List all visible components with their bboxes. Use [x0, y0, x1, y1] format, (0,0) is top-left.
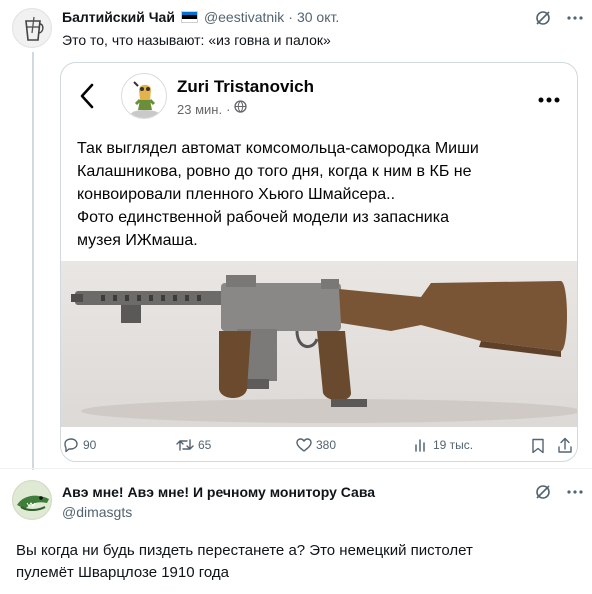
post-author-avatar[interactable]	[121, 73, 167, 119]
more-icon[interactable]	[565, 8, 585, 28]
tweet-text: Это то, что называют: «из говна и палок»	[62, 32, 331, 48]
tweet-actions	[533, 8, 585, 28]
post-stats: 90 65 380 19 тыс.	[61, 437, 577, 459]
bookmark-icon[interactable]	[531, 438, 545, 459]
dot-separator: ·	[288, 9, 293, 25]
post-text: Так выглядел автомат комсомольца-самород…	[77, 137, 567, 252]
post-text-line: музея ИЖмаша.	[77, 232, 198, 249]
globe-icon	[234, 100, 248, 118]
reply-text: Вы когда ни будь пиздеть перестанете а? …	[16, 540, 576, 584]
reply-author-name[interactable]: Авэ мне! Авэ мне! И речному монитору Сав…	[62, 484, 375, 500]
grok-icon[interactable]	[533, 8, 553, 28]
divider	[0, 468, 592, 469]
flag-icon	[180, 11, 198, 23]
reply-author-handle[interactable]: @dimasgts	[62, 504, 132, 520]
retweet-stat[interactable]: 65	[176, 437, 211, 453]
reply-stat[interactable]: 90	[63, 437, 96, 453]
reply-icon	[64, 438, 78, 453]
post-more-icon[interactable]	[537, 91, 561, 109]
tea-glass-icon	[25, 16, 44, 41]
share-icon[interactable]	[557, 437, 573, 459]
like-count: 380	[316, 438, 337, 452]
reply-text-line: Вы когда ни будь пиздеть перестанете а? …	[16, 542, 473, 559]
tweet-header: Балтийский Чай @eestivatnik · 30 окт.	[62, 9, 339, 25]
like-icon	[296, 438, 312, 452]
reply-text-line: пулемёт Шварцлозе 1910 года	[16, 564, 230, 581]
reply-avatar[interactable]	[12, 480, 52, 520]
grok-icon[interactable]	[533, 482, 553, 502]
post-author-name[interactable]: Zuri Tristanovich	[177, 77, 314, 97]
retweet-icon	[176, 439, 194, 451]
post-text-line: конвоировали пленного Хьюго Шмайсера..	[77, 186, 396, 203]
meta-separator: ·	[226, 101, 231, 117]
back-arrow-icon[interactable]	[79, 83, 95, 114]
views-stat[interactable]: 19 тыс.	[413, 437, 473, 453]
views-count: 19 тыс.	[433, 438, 474, 452]
tweet-date[interactable]: 30 окт.	[297, 9, 339, 25]
post-text-line: Калашникова, ровно до того дня, когда к …	[77, 163, 472, 180]
crocodile-icon	[17, 495, 49, 511]
reply-actions	[533, 482, 585, 502]
reply-count: 90	[83, 438, 97, 452]
post-meta: 23 мин. ·	[177, 100, 248, 118]
author-avatar[interactable]	[12, 8, 52, 48]
thread-line	[32, 52, 34, 470]
cartoon-avatar-icon	[131, 81, 159, 118]
gun-photo[interactable]	[61, 261, 577, 427]
quoted-post-card[interactable]: Zuri Tristanovich 23 мин. · Так выглядел…	[60, 62, 578, 462]
post-text-line: Фото единственной рабочей модели из запа…	[77, 209, 449, 226]
post-time[interactable]: 23 мин.	[177, 102, 222, 117]
retweet-count: 65	[198, 438, 212, 452]
like-stat[interactable]: 380	[296, 437, 336, 453]
submachine-gun-image	[71, 275, 577, 423]
author-name[interactable]: Балтийский Чай	[62, 9, 175, 25]
views-icon	[415, 439, 425, 452]
post-text-line: Так выглядел автомат комсомольца-самород…	[77, 140, 479, 157]
author-handle[interactable]: @eestivatnik	[204, 9, 284, 25]
more-icon[interactable]	[565, 482, 585, 502]
